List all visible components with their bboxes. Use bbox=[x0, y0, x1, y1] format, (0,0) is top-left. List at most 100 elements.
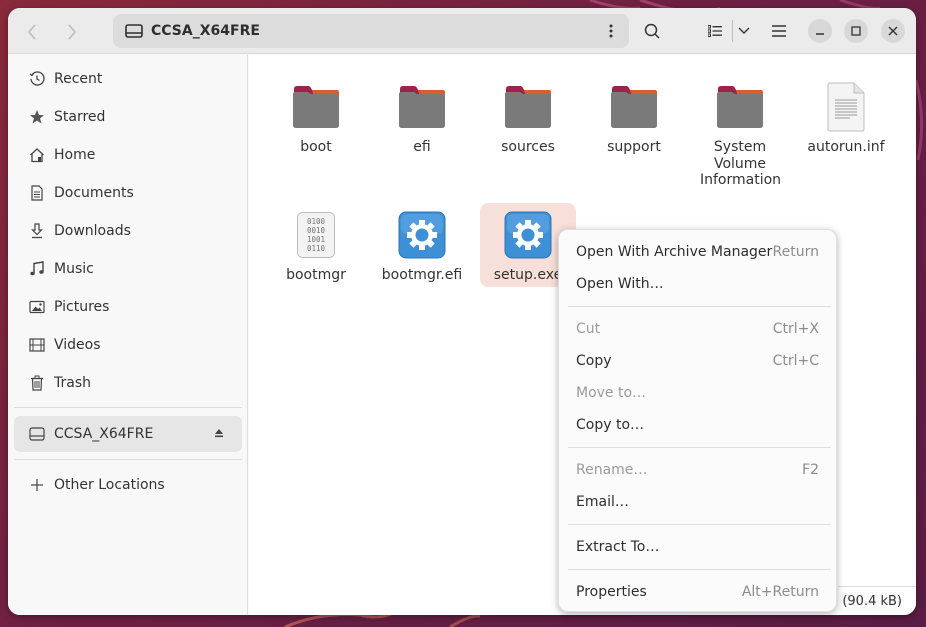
close-icon bbox=[888, 26, 898, 36]
file-item-bootmgr[interactable]: 0100 0010 1001 0110 bootmgr bbox=[268, 203, 364, 284]
search-icon bbox=[644, 23, 660, 39]
menu-item-properties[interactable]: Properties Alt+Return bbox=[559, 577, 836, 607]
context-menu: Open With Archive Manager Return Open Wi… bbox=[558, 229, 837, 612]
minimize-button[interactable] bbox=[808, 19, 832, 43]
path-bar[interactable]: CCSA_X64FRE bbox=[113, 14, 629, 48]
binary-line: 0100 bbox=[307, 217, 326, 226]
plus-icon bbox=[28, 476, 46, 494]
file-name: bootmgr bbox=[286, 267, 346, 283]
sidebar-item-recent[interactable]: Recent bbox=[14, 61, 242, 97]
menu-separator bbox=[568, 447, 831, 448]
view-options-dropdown[interactable] bbox=[729, 17, 759, 45]
file-item-bootmgr-efi[interactable]: bootmgr.efi bbox=[374, 203, 470, 284]
menu-item-extract-to[interactable]: Extract To… bbox=[559, 532, 836, 562]
folder-icon bbox=[290, 81, 342, 133]
sidebar-item-label: Pictures bbox=[54, 299, 110, 315]
file-name: boot bbox=[300, 139, 332, 155]
menu-item-label: Open With Archive Manager bbox=[576, 244, 773, 260]
menu-item-label: Rename… bbox=[576, 462, 648, 478]
sidebar-item-starred[interactable]: Starred bbox=[14, 99, 242, 135]
chevron-left-icon bbox=[28, 24, 36, 40]
drive-icon bbox=[28, 425, 46, 443]
sidebar-divider bbox=[14, 459, 242, 460]
menu-item-accelerator: Ctrl+X bbox=[772, 321, 819, 337]
menu-item-open-with-archive-manager[interactable]: Open With Archive Manager Return bbox=[559, 237, 836, 267]
sidebar-item-label: CCSA_X64FRE bbox=[54, 426, 154, 442]
binary-line: 0010 bbox=[307, 226, 326, 235]
sidebar-item-label: Starred bbox=[54, 109, 106, 125]
menu-item-label: Move to… bbox=[576, 385, 647, 401]
eject-icon[interactable] bbox=[214, 426, 224, 442]
sidebar-item-label: Documents bbox=[54, 185, 134, 201]
sidebar-item-pictures[interactable]: Pictures bbox=[14, 289, 242, 325]
drive-icon bbox=[125, 24, 143, 38]
sidebar-item-label: Other Locations bbox=[54, 477, 165, 493]
menu-item-move-to[interactable]: Move to… bbox=[559, 378, 836, 408]
executable-gear-icon bbox=[396, 209, 448, 261]
menu-item-accelerator: F2 bbox=[802, 462, 819, 478]
menu-item-label: Copy to… bbox=[576, 417, 645, 433]
binary-line: 0110 bbox=[307, 244, 326, 253]
trash-icon bbox=[28, 374, 46, 392]
menu-item-label: Extract To… bbox=[576, 539, 660, 555]
sidebar-item-label: Trash bbox=[54, 375, 91, 391]
close-button[interactable] bbox=[881, 19, 905, 43]
sidebar-item-home[interactable]: Home bbox=[14, 137, 242, 173]
main-menu-button[interactable] bbox=[764, 17, 794, 45]
file-name: efi bbox=[413, 139, 431, 155]
sidebar-divider bbox=[14, 407, 242, 408]
list-view-icon bbox=[708, 25, 722, 37]
location-title: CCSA_X64FRE bbox=[151, 23, 260, 39]
binary-line: 1001 bbox=[307, 235, 325, 244]
maximize-button[interactable] bbox=[844, 19, 868, 43]
sidebar-item-label: Videos bbox=[54, 337, 101, 353]
sidebar-item-music[interactable]: Music bbox=[14, 251, 242, 287]
menu-item-email[interactable]: Email… bbox=[559, 487, 836, 517]
chevron-down-icon bbox=[738, 27, 750, 34]
menu-item-copy[interactable]: Copy Ctrl+C bbox=[559, 346, 836, 376]
sidebar-item-trash[interactable]: Trash bbox=[14, 365, 242, 401]
binary-file-icon: 0100 0010 1001 0110 bbox=[290, 209, 342, 261]
path-menu-button[interactable] bbox=[603, 22, 619, 40]
document-icon bbox=[28, 184, 46, 202]
search-button[interactable] bbox=[637, 17, 667, 45]
download-icon bbox=[28, 222, 46, 240]
sidebar-item-label: Music bbox=[54, 261, 94, 277]
sidebar-item-other-locations[interactable]: Other Locations bbox=[14, 467, 242, 503]
menu-separator bbox=[568, 306, 831, 307]
back-button[interactable] bbox=[18, 18, 46, 46]
menu-item-label: Properties bbox=[576, 584, 647, 600]
maximize-icon bbox=[851, 26, 861, 36]
menu-item-cut[interactable]: Cut Ctrl+X bbox=[559, 314, 836, 344]
chevron-right-icon bbox=[68, 24, 76, 40]
sidebar-item-videos[interactable]: Videos bbox=[14, 327, 242, 363]
folder-icon bbox=[608, 81, 660, 133]
forward-button[interactable] bbox=[58, 18, 86, 46]
menu-item-label: Email… bbox=[576, 494, 629, 510]
sidebar-item-ccsa-x64fre[interactable]: CCSA_X64FRE bbox=[14, 416, 242, 452]
menu-item-accelerator: Alt+Return bbox=[741, 584, 819, 600]
menu-item-open-with[interactable]: Open With… bbox=[559, 269, 836, 299]
menu-item-rename[interactable]: Rename… F2 bbox=[559, 455, 836, 485]
view-list-button[interactable] bbox=[700, 17, 730, 45]
file-item-sources[interactable]: sources bbox=[480, 75, 576, 156]
menu-item-accelerator: Ctrl+C bbox=[772, 353, 819, 369]
sidebar-item-label: Home bbox=[54, 147, 96, 163]
file-name: support bbox=[607, 139, 661, 155]
status-divider bbox=[838, 586, 916, 587]
file-item-efi[interactable]: efi bbox=[374, 75, 470, 156]
file-item-system-volume-information[interactable]: System Volume Information bbox=[692, 75, 788, 189]
file-item-support[interactable]: support bbox=[586, 75, 682, 156]
selection-size-status: (90.4 kB) bbox=[840, 592, 904, 611]
file-item-boot[interactable]: boot bbox=[268, 75, 364, 156]
folder-icon bbox=[396, 81, 448, 133]
menu-item-copy-to[interactable]: Copy to… bbox=[559, 410, 836, 440]
menu-item-accelerator: Return bbox=[772, 244, 819, 260]
header-bar: CCSA_X64FRE bbox=[8, 8, 916, 54]
file-item-autorun-inf[interactable]: autorun.inf bbox=[798, 75, 894, 156]
text-file-icon bbox=[820, 81, 872, 133]
menu-item-label: Open With… bbox=[576, 276, 664, 292]
sidebar-item-downloads[interactable]: Downloads bbox=[14, 213, 242, 249]
sidebar-item-documents[interactable]: Documents bbox=[14, 175, 242, 211]
menu-item-label: Copy bbox=[576, 353, 612, 369]
